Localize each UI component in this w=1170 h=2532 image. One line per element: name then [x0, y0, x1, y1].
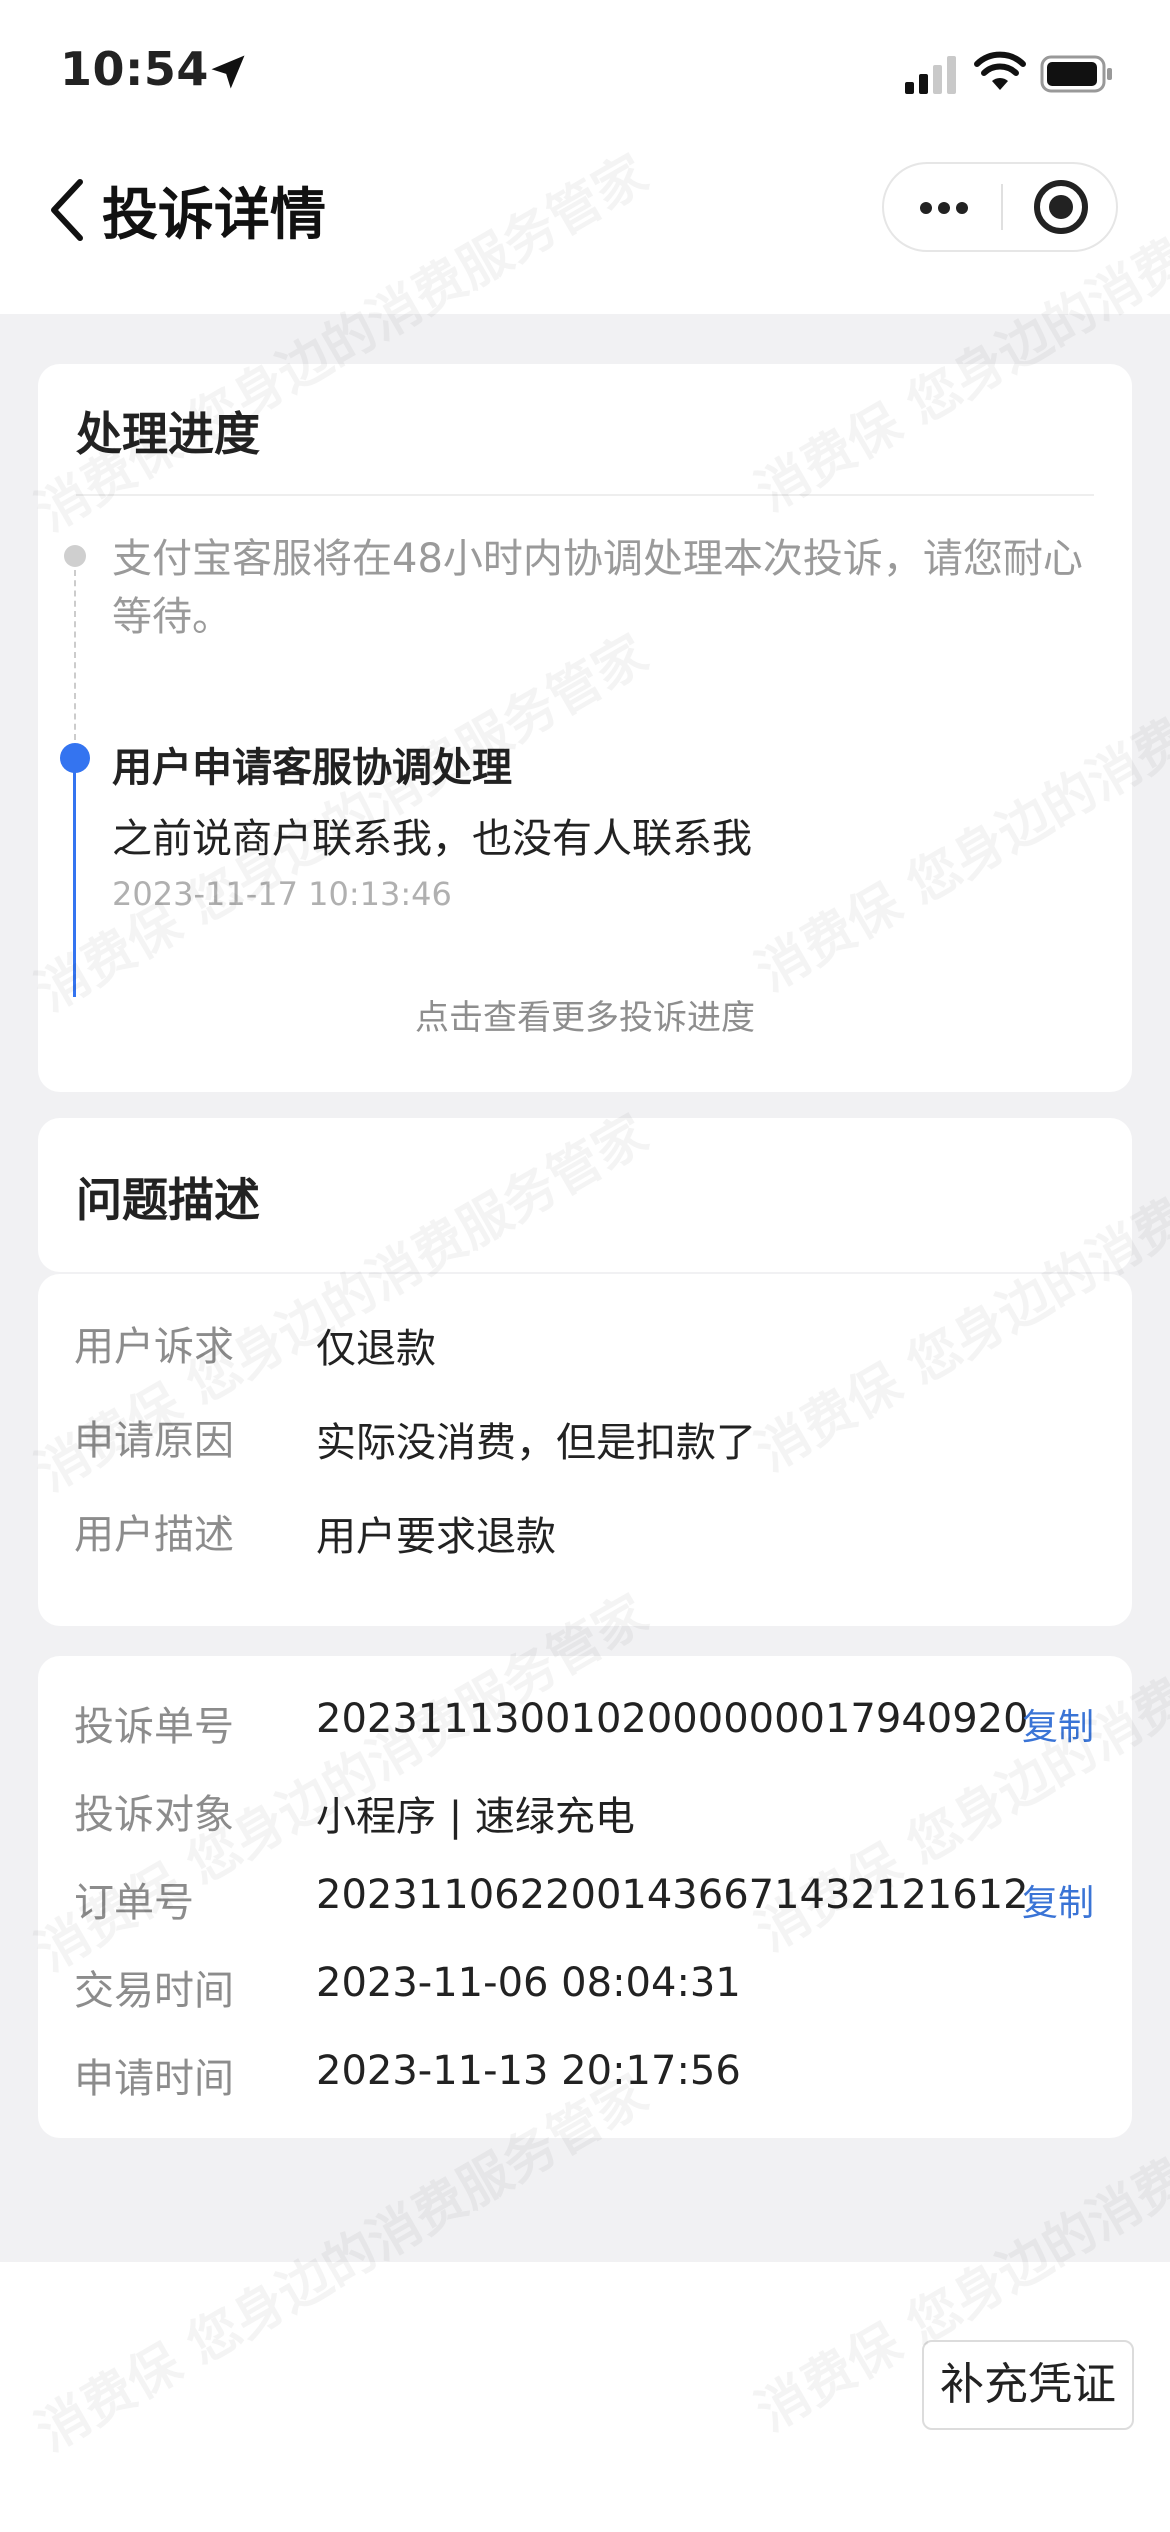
- status-bar: 10:54: [0, 0, 1170, 140]
- timeline-dot-pending: [64, 545, 86, 567]
- target-close-icon[interactable]: [1004, 164, 1118, 250]
- status-time: 10:54: [60, 42, 209, 96]
- wifi-icon: [974, 51, 1026, 90]
- page-title: 投诉详情: [102, 183, 326, 248]
- more-dots-icon[interactable]: [884, 164, 1002, 250]
- nav-bar: 投诉详情: [0, 140, 1170, 270]
- timeline-dot-current: [60, 743, 90, 773]
- problem-value: 实际没消费，但是扣款了: [316, 1420, 756, 1466]
- complaint-target: 小程序 | 速绿充电: [316, 1794, 635, 1840]
- info-label: 投诉对象: [74, 1792, 234, 1838]
- screen: 10:54 投诉详情 处理进度 支付宝客服将在48小时内协调处理本次投诉，请您耐…: [0, 0, 1170, 2532]
- info-label: 投诉单号: [74, 1704, 234, 1750]
- problem-title: 问题描述: [76, 1173, 260, 1227]
- more-progress-link[interactable]: 点击查看更多投诉进度: [0, 990, 1170, 1039]
- progress-divider: [76, 494, 1094, 496]
- progress-title: 处理进度: [76, 407, 260, 461]
- timeline-solid-line: [73, 772, 76, 997]
- signal-icon: [905, 56, 956, 94]
- order-number: 2023110622001436671432121612: [316, 1872, 1029, 1918]
- mini-program-capsule: [882, 162, 1118, 252]
- problem-label: 申请原因: [74, 1418, 234, 1464]
- transaction-time: 2023-11-06 08:04:31: [316, 1960, 741, 2006]
- info-label: 交易时间: [74, 1968, 234, 2014]
- info-label: 申请时间: [74, 2056, 234, 2102]
- copy-complaint-number-button[interactable]: 复制: [1022, 1698, 1094, 1750]
- timeline-step-time: 2023-11-17 10:13:46: [112, 875, 452, 913]
- timeline-step-pending-text: 支付宝客服将在48小时内协调处理本次投诉，请您耐心等待。: [112, 536, 1083, 640]
- problem-value: 仅退款: [316, 1326, 436, 1372]
- progress-card: [38, 364, 1132, 1092]
- complaint-number: 2023111300102000000017940920: [316, 1696, 1029, 1742]
- apply-time: 2023-11-13 20:17:56: [316, 2048, 741, 2094]
- copy-order-number-button[interactable]: 复制: [1022, 1874, 1094, 1926]
- timeline-step-description: 之前说商户联系我，也没有人联系我: [112, 816, 752, 862]
- battery-icon: [1040, 55, 1112, 93]
- supplement-evidence-button[interactable]: 补充凭证: [922, 2340, 1134, 2430]
- chevron-left-icon[interactable]: [46, 176, 90, 244]
- location-arrow-icon: [211, 55, 245, 89]
- problem-label: 用户描述: [74, 1512, 234, 1558]
- info-label: 订单号: [74, 1880, 194, 1926]
- timeline-step-title: 用户申请客服协调处理: [112, 745, 512, 791]
- capsule-divider: [1001, 184, 1003, 230]
- problem-label: 用户诉求: [74, 1324, 234, 1370]
- problem-value: 用户要求退款: [316, 1514, 556, 1560]
- timeline-dashed-line: [74, 570, 76, 740]
